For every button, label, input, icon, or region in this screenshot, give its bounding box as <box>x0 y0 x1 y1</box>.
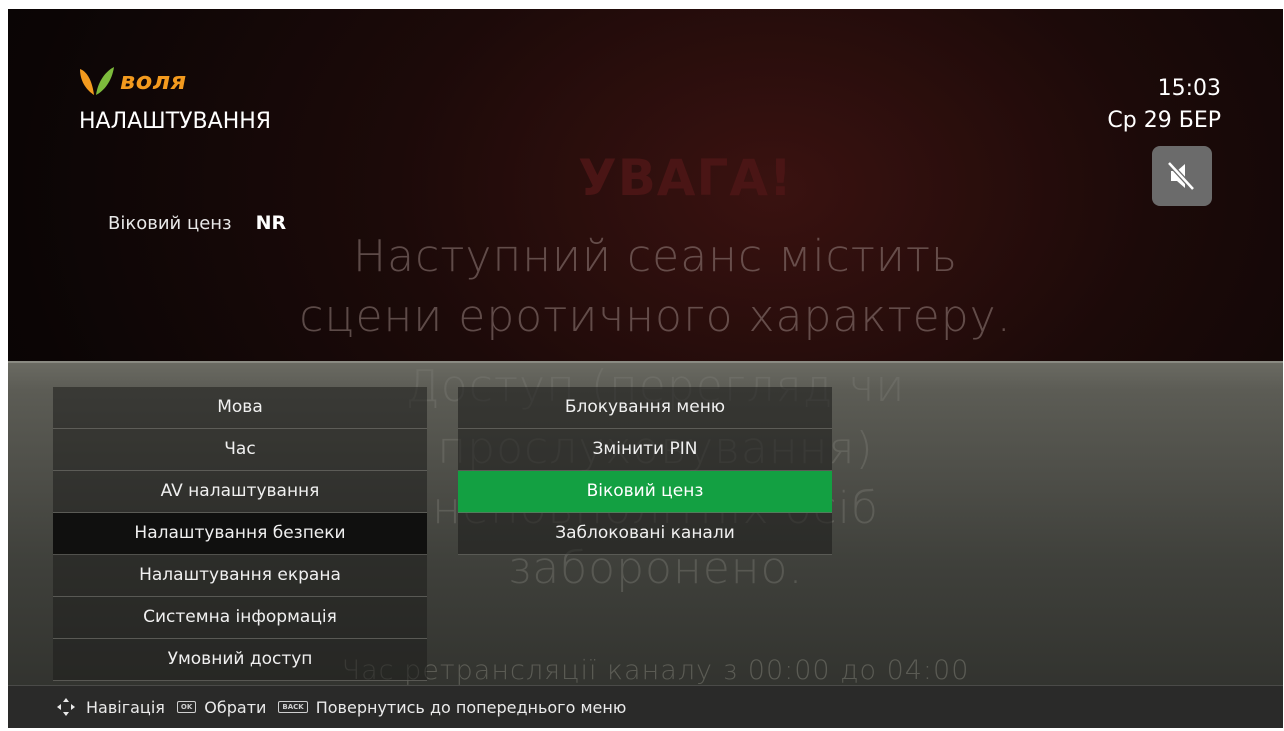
clock: 15:03 <box>1157 76 1221 101</box>
setting-value: NR <box>255 212 287 234</box>
submenu-item-blocked-channels[interactable]: Заблоковані канали <box>458 513 832 555</box>
menu-item-language[interactable]: Мова <box>53 387 427 429</box>
menu-item-conditional-access[interactable]: Умовний доступ <box>53 639 427 681</box>
ok-key-icon: OK <box>176 701 197 713</box>
help-bar: Навігація OK Обрати BACK Повернутись до … <box>8 685 1283 728</box>
brand-logo: воля <box>76 65 187 97</box>
submenu-item-menu-lock[interactable]: Блокування меню <box>458 387 832 429</box>
menu-item-security-settings[interactable]: Налаштування безпеки <box>53 513 427 555</box>
setting-label: Віковий ценз <box>108 213 232 234</box>
background-text-line: сцени еротичного характеру. <box>299 291 1012 342</box>
menu-item-screen-settings[interactable]: Налаштування екрана <box>53 555 427 597</box>
submenu-item-change-pin[interactable]: Змінити PIN <box>458 429 832 471</box>
back-hint-label: Повернутись до попереднього меню <box>315 697 627 717</box>
mute-indicator[interactable] <box>1152 146 1212 206</box>
brand-name: воля <box>120 67 187 95</box>
speaker-muted-icon <box>1167 161 1195 191</box>
ok-hint-label: Обрати <box>204 697 267 717</box>
background-warning-title: УВАГА! <box>578 149 793 207</box>
page-title: НАЛАШТУВАННЯ <box>79 109 272 134</box>
menu-item-av-settings[interactable]: AV налаштування <box>53 471 427 513</box>
background-text-line: Наступний сеанс містить <box>353 231 958 282</box>
nav-hint-label: Навігація <box>86 697 165 717</box>
settings-category-menu: Мова Час AV налаштування Налаштування бе… <box>53 387 427 681</box>
menu-item-time[interactable]: Час <box>53 429 427 471</box>
current-setting: Віковий ценз NR <box>108 212 286 234</box>
leaf-logo-icon <box>80 67 114 95</box>
back-key-icon: BACK <box>278 701 308 713</box>
menu-item-system-info[interactable]: Системна інформація <box>53 597 427 639</box>
security-submenu: Блокування меню Змінити PIN Віковий ценз… <box>458 387 832 555</box>
tv-screen: УВАГА! Наступний сеанс містить сцени еро… <box>8 9 1283 728</box>
date: Ср 29 БЕР <box>1107 108 1221 133</box>
submenu-item-age-rating[interactable]: Віковий ценз <box>458 471 832 513</box>
navigation-arrows-icon <box>57 698 75 716</box>
